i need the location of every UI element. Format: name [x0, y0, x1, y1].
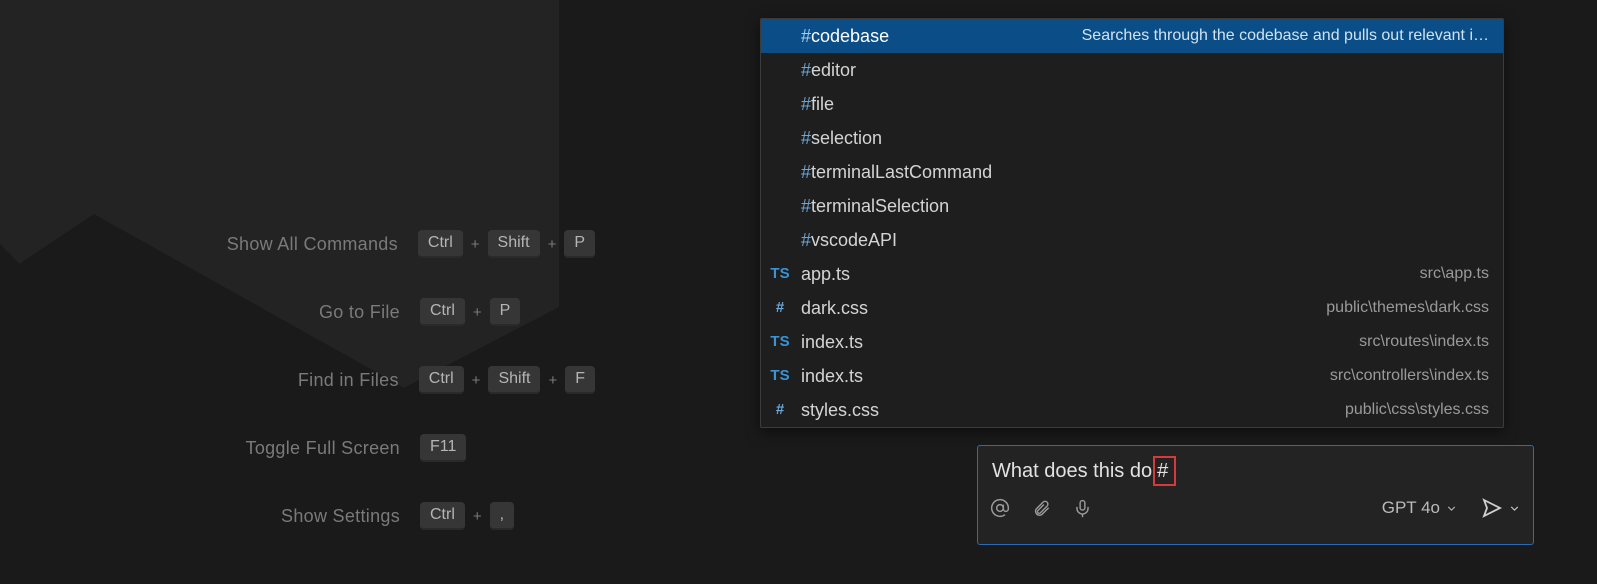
hint-row: Find in Files Ctrl + Shift + F — [0, 366, 760, 394]
chat-input-text: What does this do — [992, 460, 1152, 483]
chat-input[interactable]: What does this do # — [978, 446, 1533, 490]
suggestion-label: app.ts — [801, 262, 850, 286]
suggestion-item[interactable]: #selection — [761, 121, 1503, 155]
plus-separator: + — [471, 236, 480, 253]
chevron-down-icon — [1445, 502, 1458, 515]
plus-separator: + — [473, 304, 482, 321]
suggestion-item[interactable]: TS index.ts src\controllers\index.ts — [761, 359, 1503, 393]
suggestion-label: #editor — [801, 58, 856, 82]
keycap: Shift — [488, 230, 540, 258]
suggestion-item[interactable]: # styles.css public\css\styles.css — [761, 393, 1503, 427]
hint-keys: F11 — [420, 434, 595, 462]
keycap: Ctrl — [418, 230, 463, 258]
suggestion-description: src\routes\index.ts — [1359, 330, 1489, 354]
suggestion-label: #file — [801, 92, 834, 116]
hint-label: Find in Files — [0, 370, 399, 391]
suggestion-label: dark.css — [801, 296, 868, 320]
suggestion-item[interactable]: #terminalLastCommand — [761, 155, 1503, 189]
hint-label: Go to File — [0, 302, 400, 323]
suggestion-description: src\app.ts — [1420, 262, 1489, 286]
plus-separator: + — [548, 372, 557, 389]
suggestion-label: index.ts — [801, 330, 863, 354]
suggestion-item[interactable]: #editor — [761, 53, 1503, 87]
typescript-icon: TS — [769, 262, 791, 286]
suggestion-label: #terminalSelection — [801, 194, 949, 218]
keycap: F — [565, 366, 595, 394]
mention-button[interactable] — [990, 498, 1010, 518]
suggestion-description: src\controllers\index.ts — [1330, 364, 1489, 388]
suggestion-label: index.ts — [801, 364, 863, 388]
keycap: Shift — [488, 366, 540, 394]
hint-keys: Ctrl + Shift + P — [418, 230, 595, 258]
keycap: Ctrl — [420, 298, 465, 326]
model-picker[interactable]: GPT 4o — [1382, 498, 1458, 518]
chevron-down-icon — [1508, 502, 1521, 515]
suggestion-description: public\css\styles.css — [1345, 398, 1489, 422]
microphone-button[interactable] — [1073, 499, 1092, 518]
send-icon — [1480, 496, 1504, 520]
send-button[interactable] — [1480, 496, 1521, 520]
keycap: F11 — [420, 434, 466, 462]
suggestion-item[interactable]: #terminalSelection — [761, 189, 1503, 223]
suggestion-label: #selection — [801, 126, 882, 150]
suggestion-description: public\themes\dark.css — [1326, 296, 1489, 320]
hash-icon: # — [769, 398, 791, 422]
model-label: GPT 4o — [1382, 498, 1440, 518]
chat-variable-suggestion-list[interactable]: #codebase Searches through the codebase a… — [760, 18, 1504, 428]
plus-separator: + — [473, 508, 482, 525]
suggestion-label: styles.css — [801, 398, 879, 422]
hint-keys: Ctrl + P — [420, 298, 595, 326]
suggestion-item[interactable]: TS index.ts src\routes\index.ts — [761, 325, 1503, 359]
suggestion-item[interactable]: #codebase Searches through the codebase a… — [761, 19, 1503, 53]
hint-label: Toggle Full Screen — [0, 438, 400, 459]
hint-keys: Ctrl + Shift + F — [419, 366, 595, 394]
hint-keys: Ctrl +, — [420, 502, 595, 530]
hint-row: Toggle Full Screen F11 — [0, 434, 760, 462]
suggestion-label: #codebase — [801, 24, 889, 48]
hint-row: Show All Commands Ctrl + Shift + P — [0, 230, 760, 258]
keycap: Ctrl — [419, 366, 464, 394]
suggestion-item[interactable]: #file — [761, 87, 1503, 121]
plus-separator: + — [548, 236, 557, 253]
keycap: Ctrl — [420, 502, 465, 530]
attach-button[interactable] — [1032, 499, 1051, 518]
hint-label: Show Settings — [0, 506, 400, 527]
suggestion-description: Searches through the codebase and pulls … — [1082, 24, 1489, 48]
keycap: , — [490, 502, 514, 530]
chat-toolbar: GPT 4o — [978, 490, 1533, 528]
hash-icon: # — [769, 296, 791, 320]
suggestion-item[interactable]: # dark.css public\themes\dark.css — [761, 291, 1503, 325]
typescript-icon: TS — [769, 364, 791, 388]
typescript-icon: TS — [769, 330, 791, 354]
suggestion-item[interactable]: TS app.ts src\app.ts — [761, 257, 1503, 291]
keycap: P — [490, 298, 521, 326]
chat-input-trigger-char: # — [1153, 456, 1176, 486]
suggestion-item[interactable]: #vscodeAPI — [761, 223, 1503, 257]
suggestion-label: #vscodeAPI — [801, 228, 897, 252]
hint-row: Go to File Ctrl + P — [0, 298, 760, 326]
keycap: P — [564, 230, 595, 258]
chat-input-panel: What does this do # GPT 4o — [977, 445, 1534, 545]
hint-row: Show Settings Ctrl +, — [0, 502, 760, 530]
hint-label: Show All Commands — [0, 234, 398, 255]
plus-separator: + — [472, 372, 481, 389]
suggestion-label: #terminalLastCommand — [801, 160, 992, 184]
welcome-shortcut-hints: Show All Commands Ctrl + Shift + P Go to File C… — [0, 230, 760, 530]
